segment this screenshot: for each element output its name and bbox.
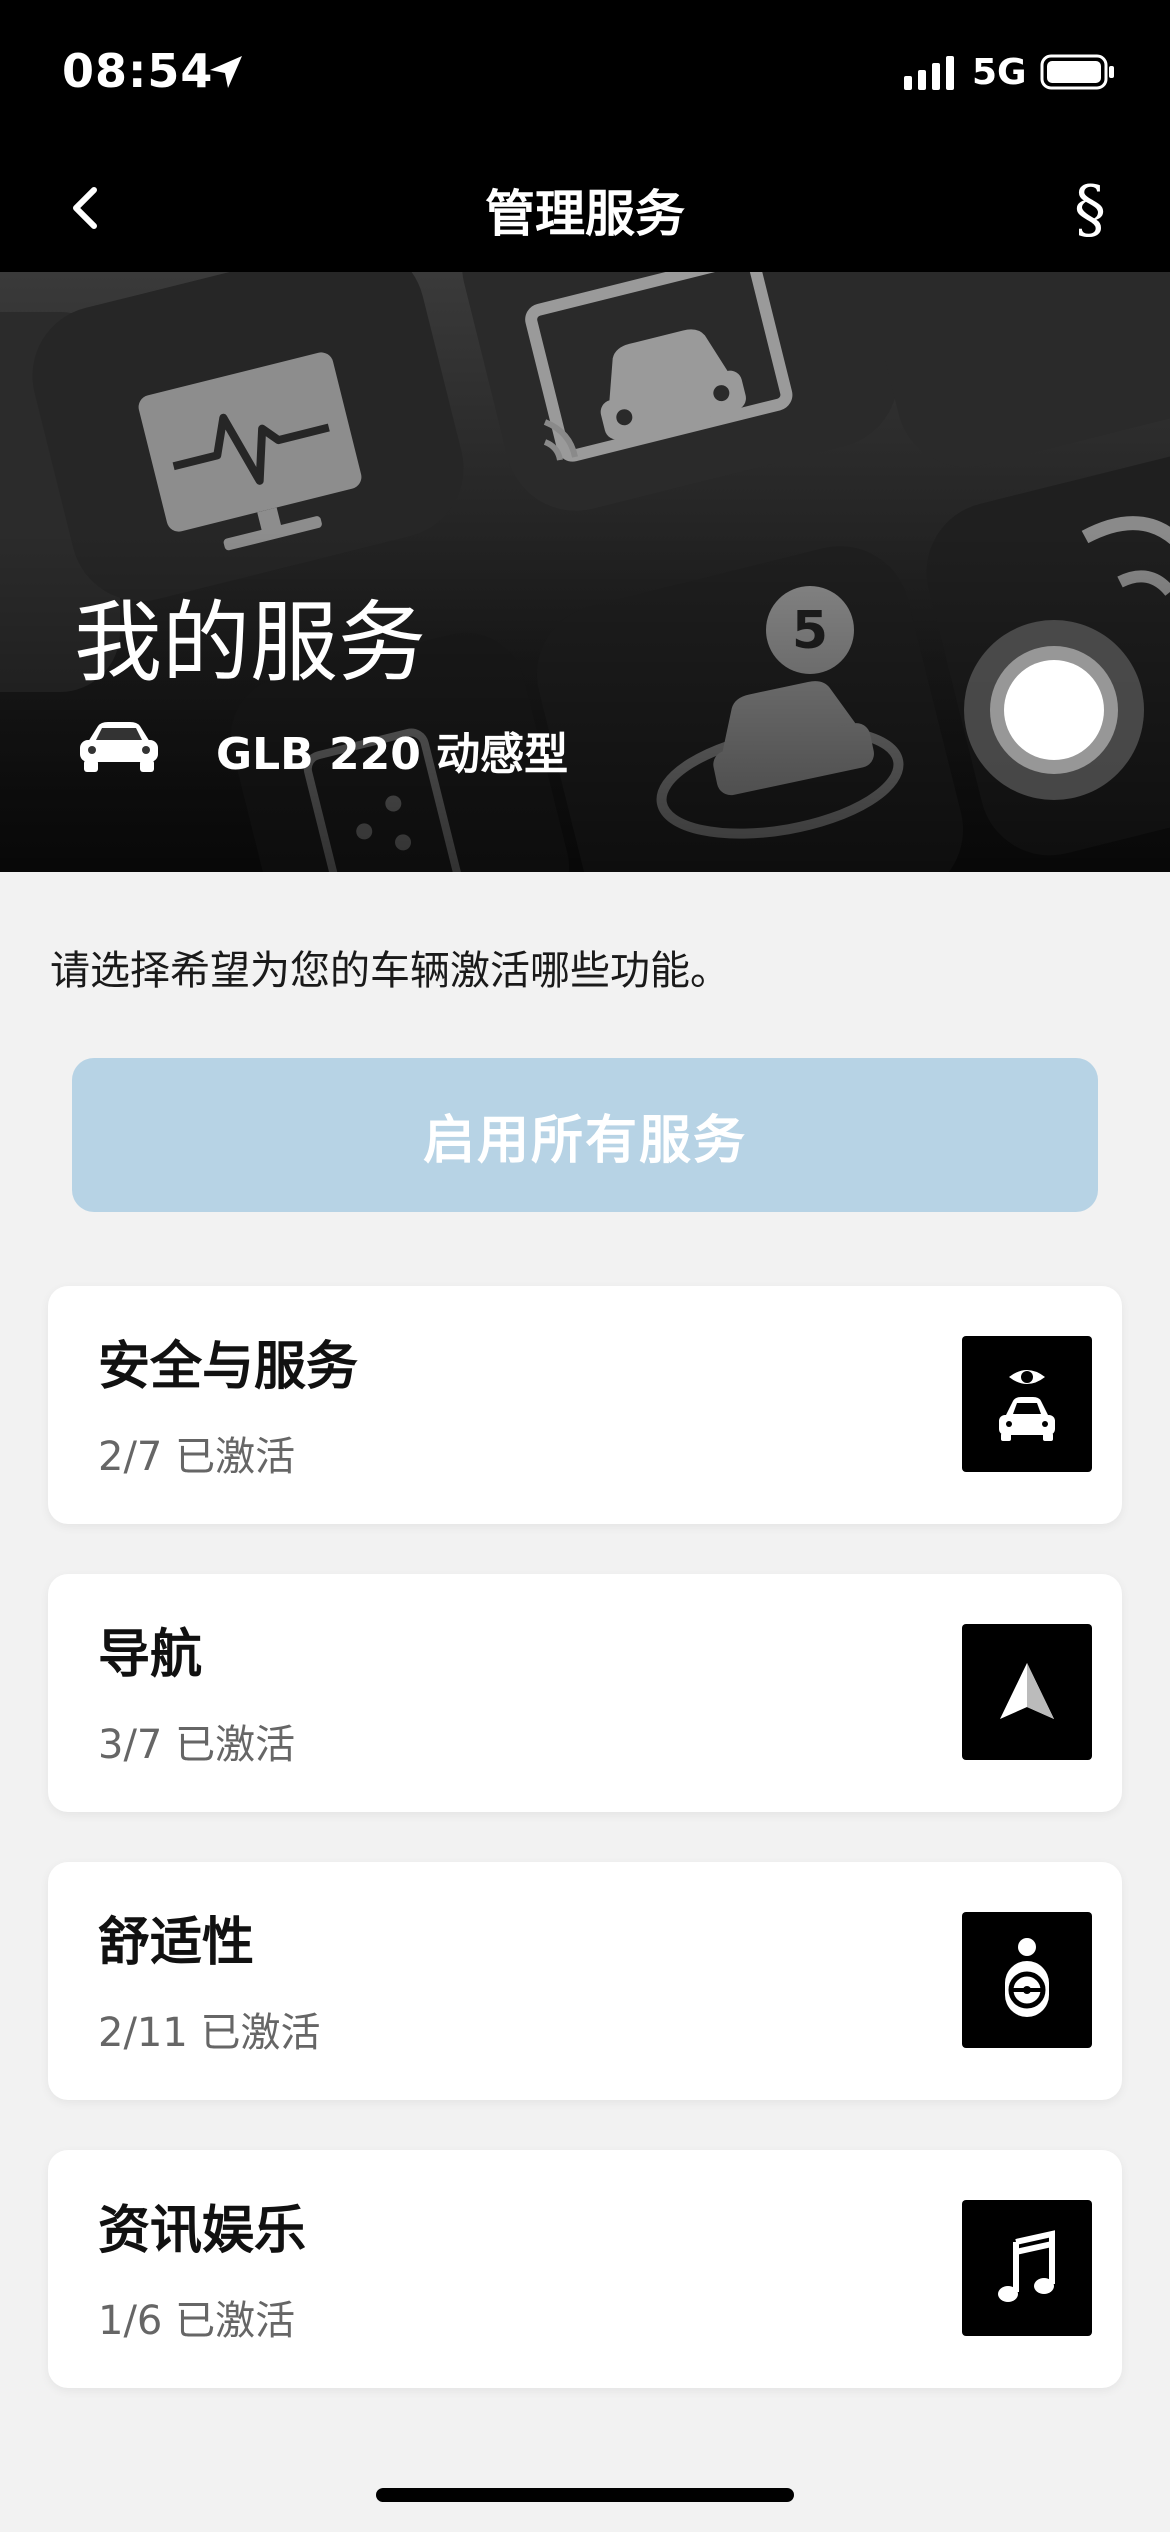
- location-arrow-icon: [210, 56, 242, 88]
- driver-seat-icon: [962, 1912, 1092, 2048]
- navigation-arrow-icon: [962, 1624, 1092, 1760]
- category-status: 1/6 已激活: [98, 2298, 296, 2344]
- category-card-comfort[interactable]: 舒适性 2/11 已激活: [48, 1862, 1122, 2100]
- music-note-icon: [962, 2200, 1092, 2336]
- enable-all-services-button[interactable]: 启用所有服务: [72, 1058, 1098, 1212]
- category-title: 舒适性: [98, 1913, 255, 1973]
- battery-icon: [1040, 54, 1114, 90]
- car-icon: [80, 722, 158, 772]
- home-indicator: [376, 2488, 794, 2502]
- status-bar: 08:54 5G: [0, 0, 1170, 150]
- category-status: 2/11 已激活: [98, 2010, 321, 2056]
- legal-section-button[interactable]: §: [1060, 170, 1120, 250]
- assistive-touch-button[interactable]: [964, 620, 1144, 800]
- category-title: 资讯娱乐: [98, 2201, 307, 2261]
- signal-icon: [904, 56, 954, 90]
- category-card-infotainment[interactable]: 资讯娱乐 1/6 已激活: [48, 2150, 1122, 2388]
- intro-text: 请选择希望为您的车辆激活哪些功能。: [50, 948, 730, 994]
- category-status: 3/7 已激活: [98, 1722, 296, 1768]
- category-title: 导航: [98, 1625, 203, 1685]
- car-eye-icon: [962, 1336, 1092, 1472]
- category-status: 2/7 已激活: [98, 1434, 296, 1480]
- category-card-navigation[interactable]: 导航 3/7 已激活: [48, 1574, 1122, 1812]
- category-title: 安全与服务: [98, 1337, 359, 1397]
- category-card-safety[interactable]: 安全与服务 2/7 已激活: [48, 1286, 1122, 1524]
- page-title: 管理服务: [485, 185, 685, 243]
- vehicle-name: GLB 220 动感型: [216, 729, 569, 780]
- status-time: 08:54: [62, 44, 214, 98]
- navigation-bar: 管理服务 §: [0, 150, 1170, 272]
- hero-banner: 5 我的服务 GLB 22: [0, 272, 1170, 872]
- hero-title: 我的服务: [74, 591, 427, 694]
- network-label: 5G: [972, 52, 1027, 93]
